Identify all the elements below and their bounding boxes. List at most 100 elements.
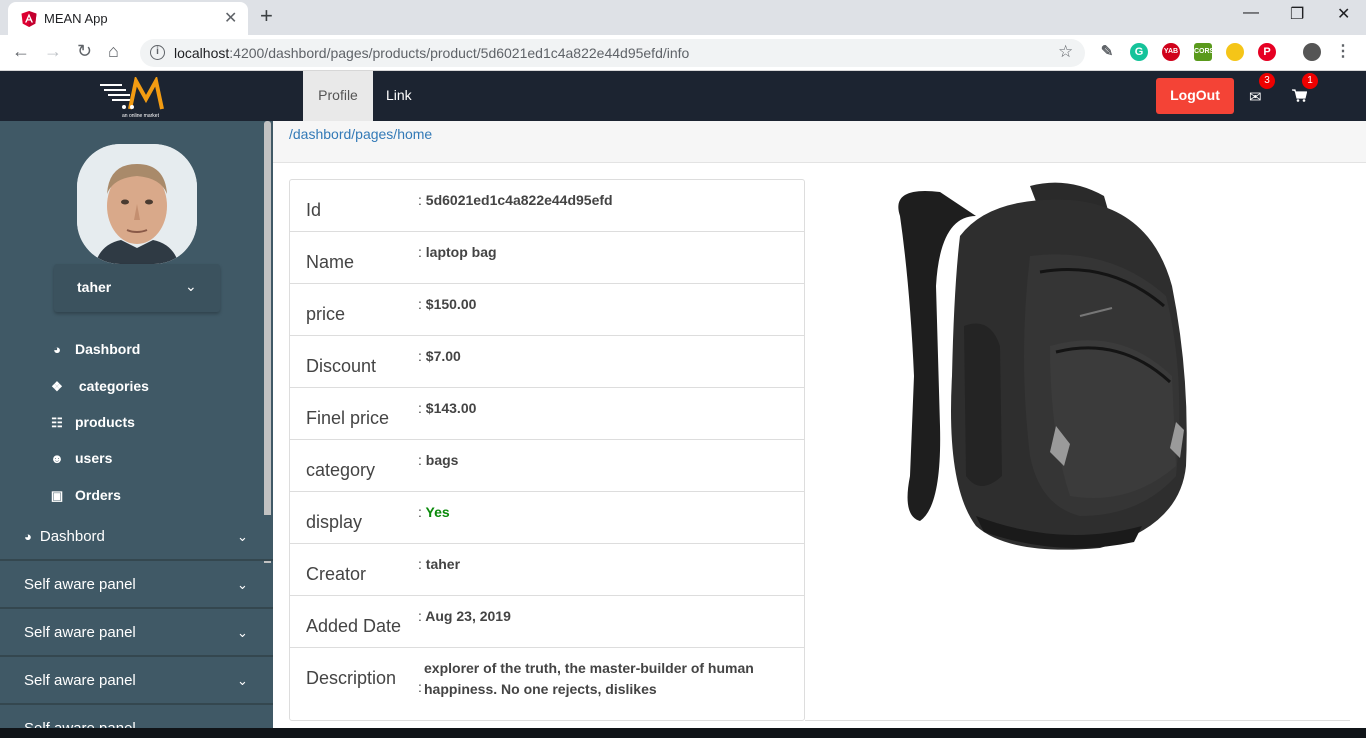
info-row-creator: Creator : taher: [290, 544, 804, 596]
breadcrumb-bar: /dashbord/pages/home: [273, 121, 1366, 163]
menu-kebab-icon[interactable]: ⋮: [1334, 43, 1352, 61]
product-image: [898, 182, 1187, 550]
sidebar-item-dashbord[interactable]: ◕ Dashbord: [48, 341, 140, 357]
bookmark-star-icon[interactable]: ☆: [1058, 42, 1073, 62]
barcode-icon: ☷: [51, 415, 63, 430]
sidebar-item-label: categories: [78, 378, 149, 394]
sidebar-item-categories[interactable]: ❖ categories: [48, 378, 149, 395]
address-bar[interactable]: i localhost:4200/dashbord/pages/products…: [140, 39, 1085, 67]
new-tab-button[interactable]: +: [260, 3, 273, 29]
mail-icon[interactable]: ✉: [1249, 88, 1262, 106]
sidebar-scrollbar[interactable]: [264, 121, 271, 566]
divider: [805, 720, 1350, 721]
chevron-down-icon: ⌄: [237, 625, 248, 640]
close-window-icon[interactable]: ✕: [1337, 4, 1350, 24]
row-value-text: taher: [425, 556, 461, 572]
row-value-text: $7.00: [425, 348, 461, 364]
row-value-text: laptop bag: [425, 244, 497, 260]
panel-label: Self aware panel: [24, 672, 136, 689]
row-value-text: $150.00: [425, 296, 477, 312]
panel-label: Self aware panel: [24, 576, 136, 593]
row-value: : bags: [418, 452, 459, 468]
row-value: : Aug 23, 2019: [418, 608, 511, 624]
moon-extension-icon[interactable]: [1226, 43, 1244, 61]
sidebar-item-label: Orders: [75, 487, 121, 503]
logout-button[interactable]: LogOut: [1156, 78, 1234, 114]
panel-label: Self aware panel: [24, 624, 136, 641]
panel-self-aware-3[interactable]: Self aware panel ⌄: [0, 659, 273, 705]
sidebar: taher ⌄ ◕ Dashbord ❖ categories ☷ products…: [0, 121, 273, 738]
chevron-down-icon: ⌄: [237, 577, 248, 592]
url-path: :4200/dashbord/pages/products/product/5d…: [229, 45, 690, 61]
info-icon[interactable]: i: [150, 45, 165, 60]
row-value-text: $143.00: [425, 400, 477, 416]
row-value-text: explorer of the truth, the master-builde…: [424, 660, 754, 697]
chevron-down-icon: ⌄: [185, 278, 197, 294]
row-value-text: bags: [425, 452, 459, 468]
breadcrumb[interactable]: /dashbord/pages/home: [289, 126, 432, 142]
row-value: : taher: [418, 556, 461, 572]
tab-link[interactable]: Link: [386, 71, 412, 121]
pinterest-icon[interactable]: P: [1258, 43, 1276, 61]
sidebar-item-label: users: [75, 450, 113, 466]
url-host: localhost: [174, 45, 230, 61]
panel-self-aware-2[interactable]: Self aware panel ⌄: [0, 611, 273, 657]
minimize-icon[interactable]: —: [1243, 4, 1259, 22]
taskbar: [0, 728, 1366, 738]
logo[interactable]: an online market: [100, 77, 180, 119]
eyedropper-icon[interactable]: ✎: [1098, 43, 1116, 61]
cart-badge: 1: [1302, 73, 1318, 89]
home-icon[interactable]: ⌂: [108, 41, 119, 62]
sidebar-item-orders[interactable]: ▣ Orders: [48, 487, 121, 504]
profile-avatar-icon[interactable]: [1303, 43, 1321, 61]
angular-icon: [21, 11, 37, 27]
row-label: Creator: [306, 564, 367, 584]
info-row-price: price : $150.00: [290, 284, 804, 336]
tab-title: MEAN App: [44, 11, 108, 26]
dashboard-icon: ◕: [24, 529, 32, 544]
sidebar-item-users[interactable]: ☻ users: [48, 450, 112, 466]
row-value-text: Aug 23, 2019: [425, 608, 511, 624]
browser-tab[interactable]: MEAN App ✕: [8, 2, 248, 35]
cors-extension-icon[interactable]: CORS: [1194, 43, 1214, 61]
dashboard-icon: ◕: [53, 342, 61, 357]
avatar: [77, 144, 197, 264]
product-info-card: Id : 5d6021ed1c4a822e44d95efd Name : lap…: [289, 179, 805, 721]
back-icon[interactable]: ←: [12, 41, 30, 62]
reload-icon[interactable]: ↻: [77, 41, 92, 62]
display-status: Yes: [425, 504, 450, 520]
mail-badge: 3: [1259, 73, 1275, 89]
info-row-category: category : bags: [290, 440, 804, 492]
row-label: display: [306, 512, 363, 532]
info-row-description: Description : explorer of the truth, the…: [290, 648, 804, 720]
info-row-discount: Discount : $7.00: [290, 336, 804, 388]
yab-extension-icon[interactable]: YAB: [1162, 43, 1180, 61]
forward-icon[interactable]: →: [44, 41, 62, 62]
panel-dashbord[interactable]: ◕ Dashbord ⌄: [0, 515, 273, 561]
logo-subtitle: an online market: [122, 113, 160, 119]
sidebar-item-label: Dashbord: [75, 341, 141, 357]
tab-close-icon[interactable]: ✕: [224, 8, 237, 28]
row-value: : $150.00: [418, 296, 477, 312]
grammarly-icon[interactable]: G: [1130, 43, 1148, 61]
user-dropdown[interactable]: taher ⌄: [54, 264, 220, 312]
sidebar-item-products[interactable]: ☷ products: [48, 414, 135, 431]
tab-profile[interactable]: Profile: [303, 71, 373, 121]
user-name: taher: [77, 279, 112, 295]
row-label: Finel price: [306, 408, 390, 428]
panel-self-aware-1[interactable]: Self aware panel ⌄: [0, 563, 273, 609]
row-colon: :: [418, 679, 422, 695]
chevron-down-icon: ⌄: [237, 673, 248, 688]
chevron-down-icon: ⌄: [237, 529, 248, 544]
row-value: : 5d6021ed1c4a822e44d95efd: [418, 192, 613, 208]
row-value: : Yes: [418, 504, 450, 520]
shopping-bag-icon: ▣: [50, 488, 64, 503]
row-label: Id: [306, 200, 322, 220]
cart-icon[interactable]: [1292, 89, 1307, 102]
row-label: Discount: [306, 356, 377, 376]
browser-toolbar: ← → ↻ ⌂ i localhost:4200/dashbord/pages/…: [0, 35, 1366, 71]
url-text: localhost:4200/dashbord/pages/products/p…: [174, 45, 689, 61]
restore-icon[interactable]: ❐: [1290, 4, 1304, 24]
row-label: Added Date: [306, 616, 402, 636]
row-label: category: [306, 460, 376, 480]
